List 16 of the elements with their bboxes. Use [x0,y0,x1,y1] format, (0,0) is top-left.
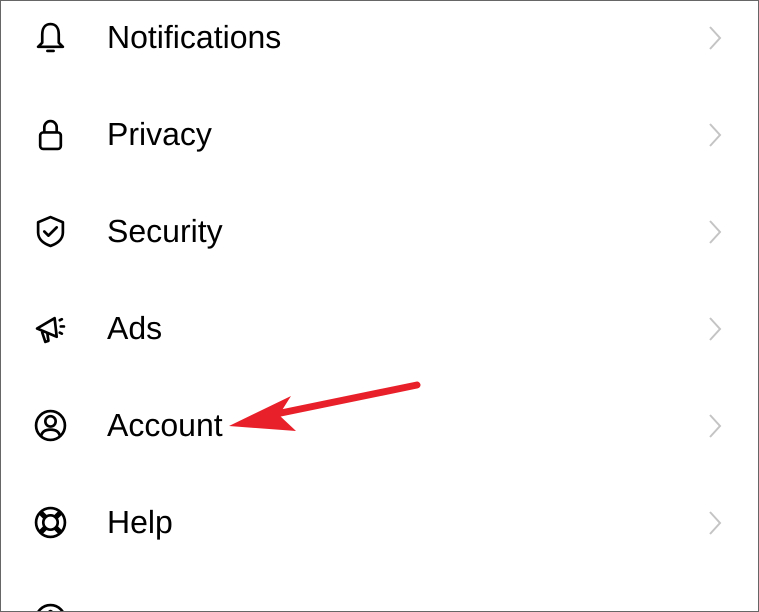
menu-item[interactable]: Account [1,377,758,474]
profile-icon [34,409,67,442]
lifebuoy-icon [34,506,67,539]
chevron-icon [708,412,722,438]
chevron-icon [708,510,722,536]
chevron-icon [708,122,722,148]
chevron-icon [708,218,722,244]
menu-item[interactable]: Notifications [1,1,758,86]
shield-icon [34,215,67,248]
chevron-icon [708,316,722,342]
bell-icon [34,21,67,54]
menu-item[interactable]: Privacy [1,86,758,183]
menu-item[interactable]: Security [1,183,758,280]
menu-item[interactable]: Ads [1,280,758,377]
chevron-icon [708,24,722,50]
menu-item[interactable]: Help [1,474,758,571]
